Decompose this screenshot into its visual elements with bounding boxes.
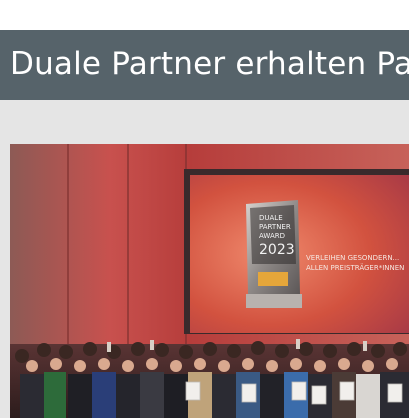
screen-line: ALLEN PREISTRÄGER*INNEN xyxy=(306,263,404,272)
photo-illustration: DUALE PARTNER AWARD 2023 VERLEIHEN GESON… xyxy=(10,144,409,418)
award-ceremony-photo[interactable]: DUALE PARTNER AWARD 2023 VERLEIHEN GESON… xyxy=(10,144,409,418)
trophy-line: AWARD xyxy=(259,232,285,240)
trophy-line: DUALE xyxy=(259,214,283,222)
article-title: Duale Partner erhalten Pa xyxy=(10,46,409,82)
screen-line: VERLEIHEN GESONDERN... xyxy=(306,254,399,262)
article-title-bar: Duale Partner erhalten Pa xyxy=(0,30,409,100)
top-strip xyxy=(0,0,409,30)
trophy-line: 2023 xyxy=(259,242,295,258)
trophy-line: PARTNER xyxy=(259,223,291,231)
